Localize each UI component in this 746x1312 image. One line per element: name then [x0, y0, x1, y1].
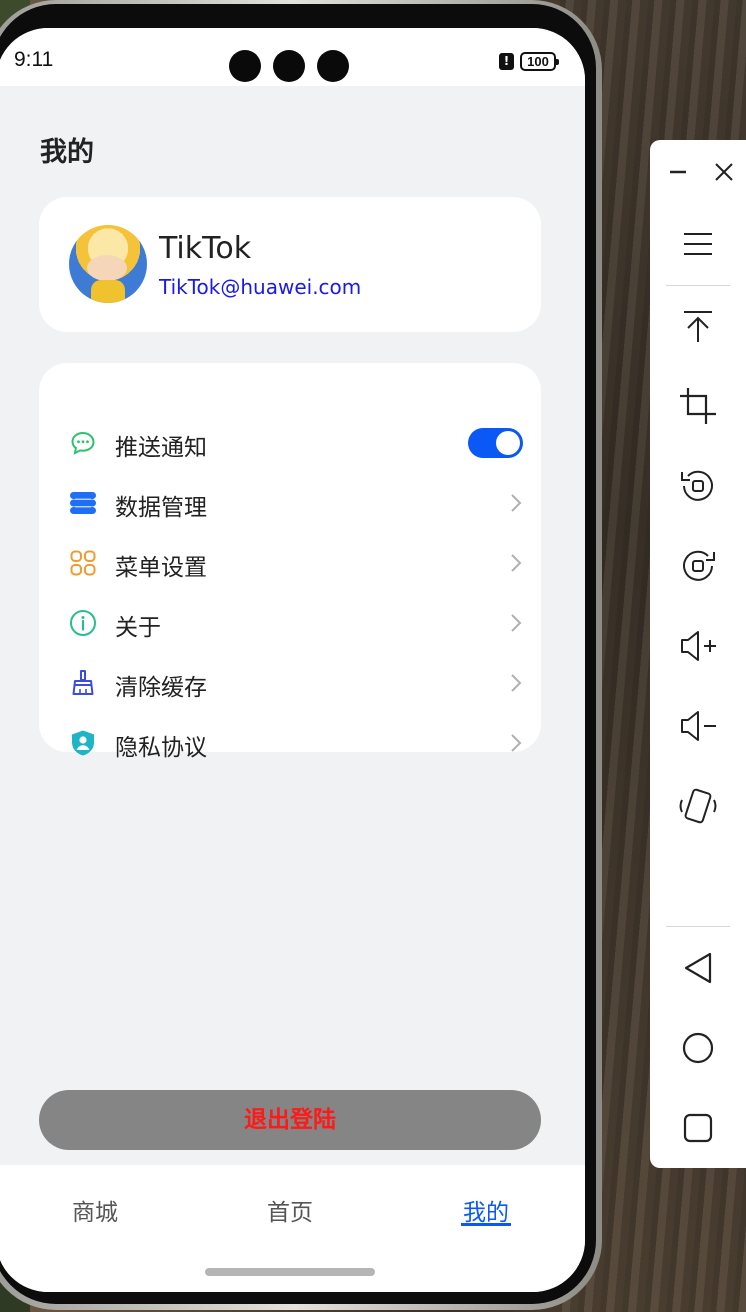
menu-item-label: 清除缓存 [115, 675, 207, 701]
profile-email: TikTok@huawei.com [159, 275, 362, 299]
shield-user-icon [69, 729, 97, 757]
rotate-right-icon[interactable] [676, 544, 720, 588]
chevron-right-icon [503, 671, 527, 695]
status-time: 9:11 [14, 48, 54, 71]
profile-name: TikTok [159, 231, 252, 266]
volume-up-icon[interactable] [676, 624, 720, 668]
avatar[interactable] [69, 225, 147, 303]
menu-item-label: 推送通知 [115, 435, 207, 461]
status-bar: 9:11 ! 100 [0, 28, 585, 86]
menu-item-label: 菜单设置 [115, 555, 207, 581]
battery-icon: 100 [520, 52, 559, 71]
settings-menu: 推送通知 数据管理 菜单设置 关于 清除缓存 隐私协议 [39, 363, 541, 761]
camera-cutout [273, 50, 305, 82]
volume-down-icon[interactable] [676, 704, 720, 748]
chevron-right-icon [503, 491, 527, 515]
info-icon [69, 609, 97, 637]
tab-mall[interactable]: 商城 [35, 1193, 155, 1227]
home-indicator[interactable] [205, 1268, 375, 1276]
profile-card[interactable]: TikTok TikTok@huawei.com [39, 197, 541, 332]
menu-item-menu-settings[interactable]: 菜单设置 [39, 533, 541, 593]
menu-item-privacy-policy[interactable]: 隐私协议 [39, 713, 541, 773]
message-icon [69, 429, 97, 457]
chevron-right-icon [503, 731, 527, 755]
phone-bezel: 9:11 ! 100 我的 TikTok TikTok@huawei.com 推… [0, 4, 596, 1304]
camera-cutout [229, 50, 261, 82]
tab-home[interactable]: 首页 [230, 1193, 350, 1227]
rotate-left-icon[interactable] [676, 464, 720, 508]
close-icon[interactable] [702, 150, 738, 194]
emulator-toolbar [650, 140, 746, 1168]
camera-cutout [317, 50, 349, 82]
menu-item-push-notifications[interactable]: 推送通知 [39, 413, 541, 473]
broom-icon [69, 669, 97, 697]
menu-item-about[interactable]: 关于 [39, 593, 541, 653]
minimize-icon[interactable] [656, 150, 692, 194]
recents-icon[interactable] [676, 1106, 720, 1150]
crop-icon[interactable] [676, 384, 720, 428]
back-icon[interactable] [676, 946, 720, 990]
toolbar-divider [666, 285, 730, 286]
page-title: 我的 [40, 137, 94, 168]
toggle-knob [496, 431, 520, 455]
menu-item-label: 关于 [115, 615, 161, 641]
phone-screen: 9:11 ! 100 我的 TikTok TikTok@huawei.com 推… [0, 28, 585, 1292]
active-tab-indicator [461, 1223, 511, 1226]
chevron-right-icon [503, 551, 527, 575]
logout-button[interactable]: 退出登陆 [39, 1090, 541, 1150]
tab-mine[interactable]: 我的 [426, 1193, 546, 1227]
shake-icon[interactable] [676, 784, 720, 828]
menu-item-clear-cache[interactable]: 清除缓存 [39, 653, 541, 713]
menu-icon[interactable] [676, 222, 720, 266]
toolbar-divider [666, 926, 730, 927]
menu-item-label: 隐私协议 [115, 735, 207, 761]
menu-item-label: 数据管理 [115, 495, 207, 521]
menu-item-data-management[interactable]: 数据管理 [39, 473, 541, 533]
pin-top-icon[interactable] [676, 304, 720, 348]
database-icon [69, 489, 97, 517]
grid-icon [69, 549, 97, 577]
chevron-right-icon [503, 611, 527, 635]
alert-icon: ! [499, 53, 514, 70]
home-icon[interactable] [676, 1026, 720, 1070]
push-notification-toggle[interactable] [468, 428, 523, 458]
